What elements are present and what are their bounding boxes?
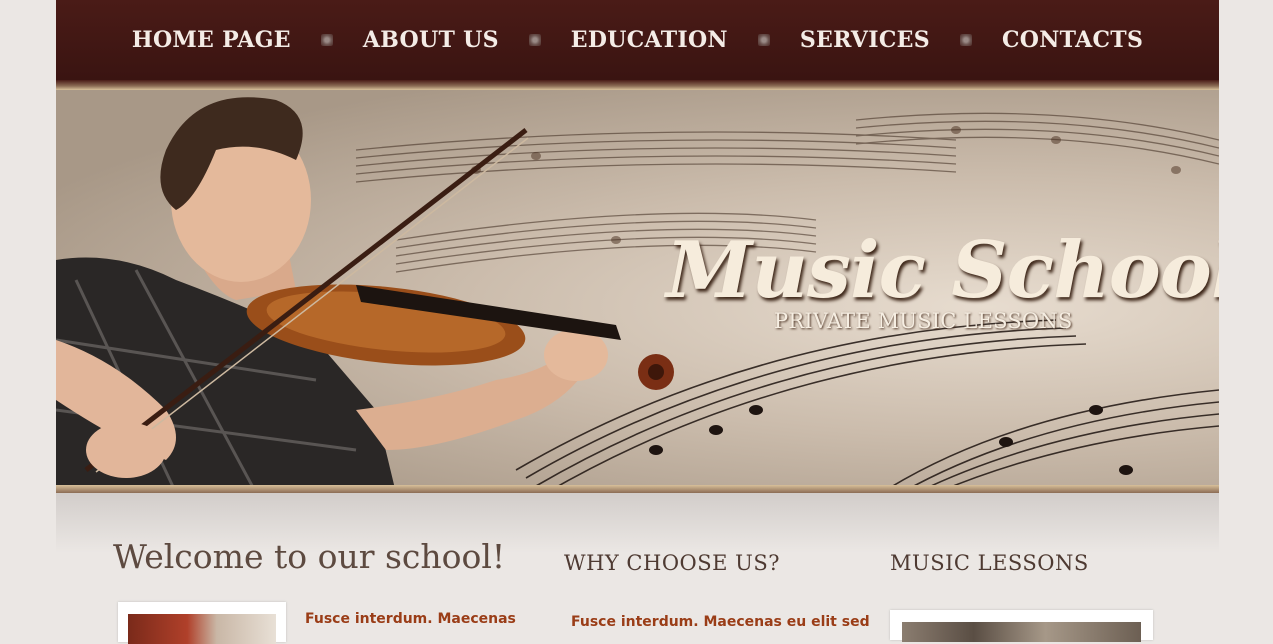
nav-home[interactable]: HOME PAGE bbox=[128, 27, 295, 53]
hero-subtitle: PRIVATE MUSIC LESSONS bbox=[774, 309, 1073, 333]
hero-top-border bbox=[56, 80, 1219, 90]
hero-banner: Music School PRIVATE MUSIC LESSONS bbox=[56, 80, 1219, 493]
nav-separator-icon bbox=[528, 34, 541, 46]
nav-education[interactable]: EDUCATION bbox=[567, 27, 732, 53]
welcome-heading: Welcome to our school! bbox=[113, 537, 506, 576]
welcome-snippet-link[interactable]: Fusce interdum. Maecenas bbox=[305, 611, 516, 627]
nav-contacts[interactable]: CONTACTS bbox=[998, 27, 1147, 53]
violinist-photo bbox=[56, 97, 674, 493]
nav-separator-icon bbox=[959, 34, 972, 46]
nav-services[interactable]: SERVICES bbox=[796, 27, 934, 53]
welcome-thumbnail[interactable] bbox=[118, 602, 286, 644]
hero-title: Music School bbox=[666, 225, 1219, 316]
music-lessons-image-content bbox=[902, 622, 1141, 642]
why-choose-heading: WHY CHOOSE US? bbox=[564, 551, 780, 575]
why-snippet-link[interactable]: Fusce interdum. Maecenas eu elit sed bbox=[571, 614, 870, 630]
main-nav: HOME PAGE ABOUT US EDUCATION SERVICES CO… bbox=[56, 0, 1219, 80]
page: HOME PAGE ABOUT US EDUCATION SERVICES CO… bbox=[56, 0, 1219, 644]
nav-separator-icon bbox=[757, 34, 770, 46]
nav-separator-icon bbox=[320, 34, 333, 46]
music-lessons-heading: MUSIC LESSONS bbox=[890, 551, 1089, 575]
hero-bottom-border bbox=[56, 485, 1219, 493]
nav-about[interactable]: ABOUT US bbox=[359, 27, 503, 53]
welcome-thumbnail-image bbox=[128, 614, 276, 644]
music-lessons-image[interactable] bbox=[890, 610, 1153, 642]
